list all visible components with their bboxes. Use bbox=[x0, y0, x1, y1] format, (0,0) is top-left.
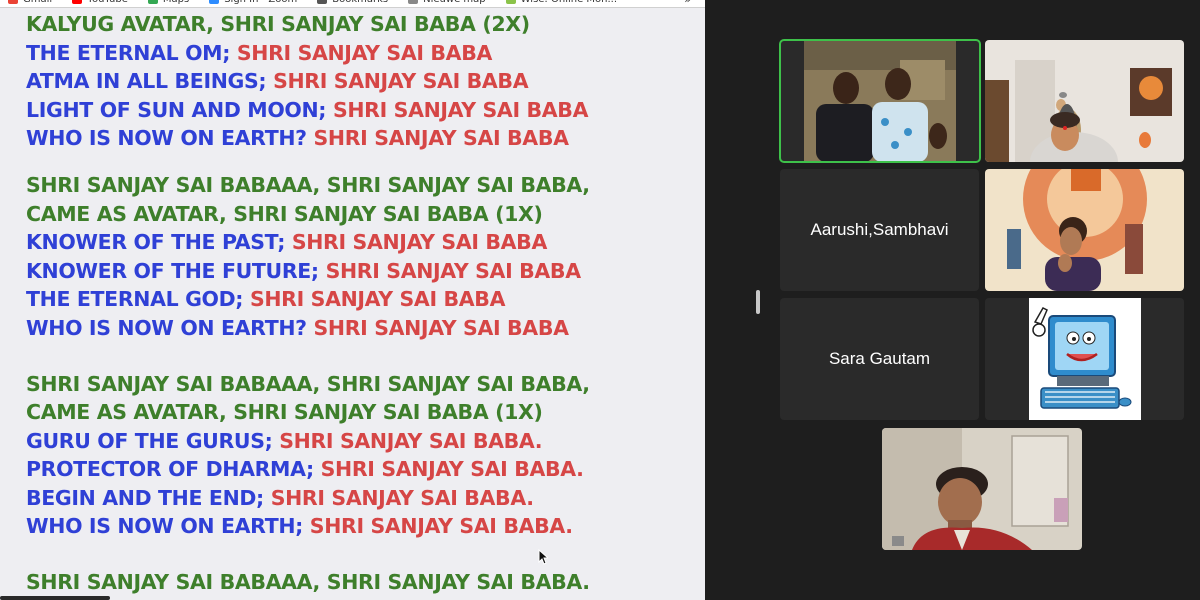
cartoon-computer-avatar bbox=[985, 298, 1184, 420]
lyric-line: KNOWER OF THE FUTURE; SHRI SANJAY SAI BA… bbox=[26, 257, 590, 286]
lyric-line: WHO IS NOW ON EARTH; SHRI SANJAY SAI BAB… bbox=[26, 512, 590, 541]
lyric-segment-green: SHRI SANJAY SAI BABAAA, SHRI SANJAY SAI … bbox=[26, 570, 590, 594]
lyric-segment-blue: KNOWER OF THE FUTURE; bbox=[26, 258, 326, 283]
lyric-segment-blue: PROTECTOR OF DHARMA; bbox=[26, 457, 321, 481]
lyric-segment-red: SHRI SANJAY SAI BABA. bbox=[279, 428, 543, 453]
lyric-segment-red: SHRI SANJAY SAI BABA. bbox=[309, 514, 573, 538]
participant-tile[interactable]: Aarushi,Sambhavi bbox=[780, 169, 979, 291]
lyric-line: PROTECTOR OF DHARMA; SHRI SANJAY SAI BAB… bbox=[26, 455, 590, 484]
lyric-segment-green: CAME AS AVATAR, SHRI SANJAY SAI BABA (1X… bbox=[26, 400, 543, 424]
lyric-line: SHRI SANJAY SAI BABAAA, SHRI SANJAY SAI … bbox=[26, 171, 590, 200]
participant-tile-active-speaker[interactable] bbox=[779, 39, 981, 163]
bookmarks-overflow-button[interactable]: » bbox=[684, 0, 691, 6]
lyric-segment-blue: ATMA IN ALL BEINGS; bbox=[26, 69, 274, 93]
lyric-line: SHRI SANJAY SAI BABAAA, SHRI SANJAY SAI … bbox=[26, 568, 590, 597]
bookmark-item[interactable]: Gmail bbox=[8, 0, 52, 5]
lyric-line: ATMA IN ALL BEINGS; SHRI SANJAY SAI BABA bbox=[26, 67, 590, 96]
bookmark-label: Wise: Online Mon... bbox=[521, 0, 617, 5]
participant-tile[interactable] bbox=[882, 428, 1082, 550]
bookmark-favicon-icon bbox=[8, 0, 18, 4]
bookmark-label: Bookmarks bbox=[332, 0, 388, 5]
lyric-segment-blue: BEGIN AND THE END; bbox=[26, 485, 271, 510]
bookmark-item[interactable]: Maps bbox=[147, 0, 189, 5]
lyric-segment-blue: THE ETERNAL GOD; bbox=[26, 287, 250, 311]
bookmark-favicon-icon bbox=[209, 0, 220, 4]
bookmark-favicon-icon bbox=[408, 0, 419, 4]
lyric-line: CAME AS AVATAR, SHRI SANJAY SAI BABA (1X… bbox=[26, 398, 590, 427]
bookmark-item[interactable]: Nieuwe map bbox=[408, 0, 486, 5]
lyric-segment-green: CAME AS AVATAR, SHRI SANJAY SAI BABA (1X… bbox=[26, 201, 543, 226]
bookmark-favicon-icon bbox=[72, 0, 83, 4]
lyric-segment-red: SHRI SANJAY SAI BABA bbox=[313, 315, 569, 340]
bookmark-favicon-icon bbox=[505, 0, 516, 4]
lyric-segment-red: SHRI SANJAY SAI BABA bbox=[236, 40, 493, 65]
lyric-line: THE ETERNAL GOD; SHRI SANJAY SAI BABA bbox=[26, 285, 590, 314]
bookmark-favicon-icon bbox=[317, 0, 328, 4]
bookmark-item[interactable]: Bookmarks bbox=[317, 0, 388, 5]
stanza-gap bbox=[26, 541, 590, 569]
bookmark-item[interactable]: YouTube bbox=[72, 0, 128, 5]
screen-share-bottom-bar bbox=[0, 596, 110, 600]
lyric-segment-blue: THE ETERNAL OM; bbox=[26, 40, 237, 65]
lyrics-document: KALYUG AVATAR, SHRI SANJAY SAI BABA (2X)… bbox=[26, 10, 590, 597]
bookmark-label: Maps bbox=[163, 0, 189, 5]
bookmark-item[interactable]: Wise: Online Mon... bbox=[505, 0, 617, 5]
two-men-video bbox=[780, 40, 980, 162]
lyric-line: CAME AS AVATAR, SHRI SANJAY SAI BABA (1X… bbox=[26, 200, 590, 229]
lyric-segment-blue: WHO IS NOW ON EARTH; bbox=[26, 514, 310, 538]
woman-red-bindi-video bbox=[985, 40, 1184, 162]
participant-tile[interactable] bbox=[985, 40, 1184, 162]
lyric-line: KNOWER OF THE PAST; SHRI SANJAY SAI BABA bbox=[26, 228, 590, 257]
participant-tile[interactable] bbox=[985, 298, 1184, 420]
bookmark-item[interactable]: Sign In - Zoom bbox=[209, 0, 297, 5]
bookmarks-bar: Gmail YouTube Maps Sign In - Zoom Bookmarks N… bbox=[0, 0, 705, 8]
lyric-segment-blue: KNOWER OF THE PAST; bbox=[26, 230, 292, 254]
lyric-line: GURU OF THE GURUS; SHRI SANJAY SAI BABA. bbox=[26, 427, 590, 456]
lyric-segment-red: SHRI SANJAY SAI BABA. bbox=[320, 457, 584, 481]
bookmark-label: YouTube bbox=[87, 0, 128, 5]
lyric-line: LIGHT OF SUN AND MOON; SHRI SANJAY SAI B… bbox=[26, 96, 590, 125]
stanza-gap bbox=[26, 153, 590, 172]
bookmark-label: Sign In - Zoom bbox=[224, 0, 297, 5]
lyric-segment-green: SHRI SANJAY SAI BABAAA, SHRI SANJAY SAI … bbox=[26, 371, 590, 396]
participant-name: Sara Gautam bbox=[828, 349, 931, 368]
mouse-cursor-icon bbox=[538, 549, 548, 565]
lyric-segment-green: KALYUG AVATAR, SHRI SANJAY SAI BABA (2X) bbox=[26, 12, 530, 36]
lyric-segment-red: SHRI SANJAY SAI BABA bbox=[249, 287, 506, 311]
lyric-segment-red: SHRI SANJAY SAI BABA bbox=[325, 258, 582, 283]
participant-name: Aarushi,Sambhavi bbox=[810, 220, 949, 239]
shared-screen: Gmail YouTube Maps Sign In - Zoom Bookmarks N… bbox=[0, 0, 705, 600]
participant-tile[interactable] bbox=[985, 169, 1184, 291]
lyric-line: BEGIN AND THE END; SHRI SANJAY SAI BABA. bbox=[26, 484, 590, 513]
lyric-segment-red: SHRI SANJAY SAI BABA bbox=[273, 69, 529, 93]
lyric-line: THE ETERNAL OM; SHRI SANJAY SAI BABA bbox=[26, 39, 590, 68]
woman-with-banner-video bbox=[985, 169, 1184, 291]
lyric-segment-red: SHRI SANJAY SAI BABA bbox=[291, 230, 548, 254]
lyric-segment-blue: WHO IS NOW ON EARTH? bbox=[26, 315, 314, 340]
bookmark-label: Nieuwe map bbox=[423, 0, 485, 5]
lyric-line: WHO IS NOW ON EARTH? SHRI SANJAY SAI BAB… bbox=[26, 124, 590, 153]
lyric-line: WHO IS NOW ON EARTH? SHRI SANJAY SAI BAB… bbox=[26, 314, 590, 343]
lyric-segment-green: SHRI SANJAY SAI BABAAA, SHRI SANJAY SAI … bbox=[26, 173, 590, 197]
lyric-segment-blue: WHO IS NOW ON EARTH? bbox=[26, 126, 314, 150]
lyric-line: KALYUG AVATAR, SHRI SANJAY SAI BABA (2X) bbox=[26, 10, 590, 39]
man-red-sweater-video bbox=[882, 428, 1082, 550]
bookmark-label: Gmail bbox=[23, 0, 52, 5]
lyric-segment-red: SHRI SANJAY SAI BABA bbox=[332, 97, 589, 122]
lyric-segment-red: SHRI SANJAY SAI BABA bbox=[313, 126, 569, 150]
bookmark-favicon-icon bbox=[147, 0, 158, 4]
lyric-segment-blue: GURU OF THE GURUS; bbox=[26, 428, 280, 453]
stanza-gap bbox=[26, 342, 590, 370]
lyric-segment-red: SHRI SANJAY SAI BABA. bbox=[270, 485, 534, 510]
participant-tile[interactable]: Sara Gautam bbox=[780, 298, 979, 420]
lyric-line: SHRI SANJAY SAI BABAAA, SHRI SANJAY SAI … bbox=[26, 370, 590, 399]
lyric-segment-blue: LIGHT OF SUN AND MOON; bbox=[26, 97, 333, 122]
panel-resize-handle[interactable] bbox=[756, 290, 760, 314]
